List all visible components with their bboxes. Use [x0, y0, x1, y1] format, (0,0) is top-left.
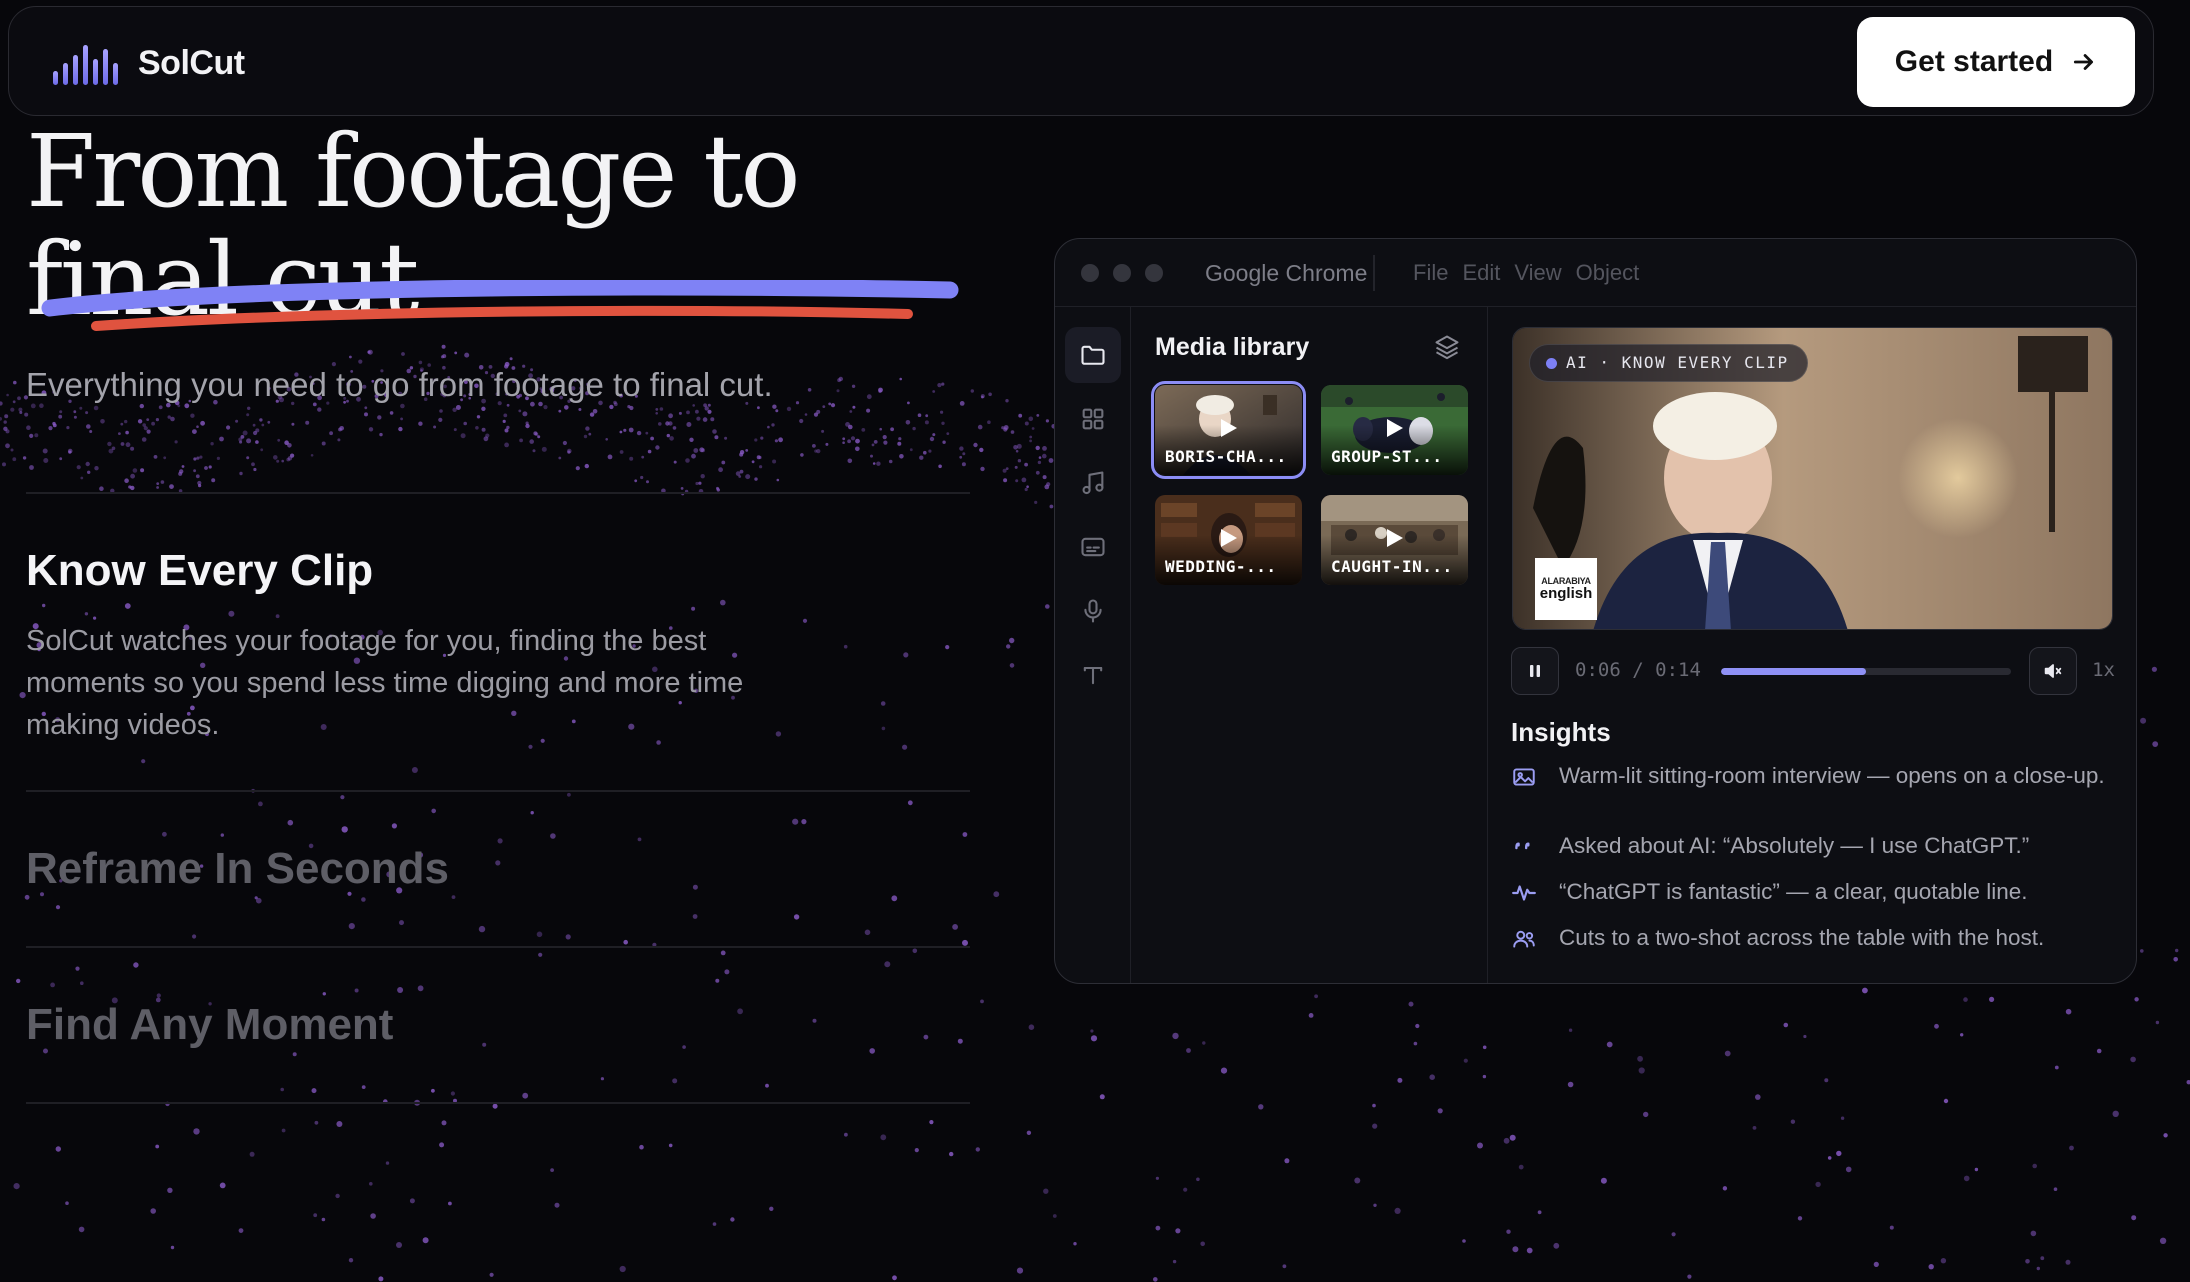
progress-fill: [1721, 668, 1866, 675]
sidebar-audio-button[interactable]: [1065, 455, 1121, 511]
insight-text: Cuts to a two-shot across the table with…: [1559, 925, 2045, 950]
grid-icon: [1082, 408, 1104, 430]
divider: [26, 1102, 970, 1104]
time-separator: /: [1632, 659, 1644, 681]
playback-speed[interactable]: 1x: [2092, 659, 2115, 681]
window-minimize-dot[interactable]: [1113, 264, 1131, 282]
mute-button[interactable]: [2029, 647, 2077, 695]
divider: [26, 492, 970, 494]
pause-button[interactable]: [1511, 647, 1559, 695]
hero-subtitle: Everything you need to go from footage t…: [26, 366, 773, 403]
waveform-logo-icon: [53, 41, 118, 85]
menu-file[interactable]: File: [1413, 260, 1448, 286]
layers-icon: [1435, 335, 1459, 360]
arrow-right-icon: [2074, 54, 2094, 70]
insight-text: Asked about AI: “Absolutely — I use Chat…: [1559, 833, 2030, 858]
duration: 0:14: [1655, 659, 1701, 681]
brand-name: SolCut: [138, 43, 245, 82]
feature-find-any-moment[interactable]: Find Any Moment: [26, 1000, 393, 1050]
badge-dot-icon: [1546, 358, 1557, 369]
layers-button[interactable]: [1433, 333, 1461, 366]
captions-icon: [1081, 537, 1105, 557]
insight-text: Warm-lit sitting-room interview — opens …: [1559, 763, 2105, 788]
menu-view[interactable]: View: [1514, 260, 1561, 286]
clip-label: GROUP-ST...: [1331, 447, 1443, 466]
pause-icon: [1530, 665, 1540, 677]
ai-badge-label: AI · KNOW EVERY CLIP: [1566, 353, 1789, 372]
clip-label: CAUGHT-IN...: [1331, 557, 1453, 576]
play-icon: [1387, 529, 1403, 547]
top-nav: SolCut Get started: [8, 6, 2154, 116]
quote-icon: [1511, 834, 1537, 860]
media-library-panel: Media library BORIS-CHA... GROUP-ST... W…: [1131, 307, 1488, 983]
people-icon: [1511, 926, 1537, 952]
play-icon: [1387, 419, 1403, 437]
clip-thumbnail-caught[interactable]: CAUGHT-IN...: [1321, 495, 1468, 585]
feature-reframe-in-seconds[interactable]: Reframe In Seconds: [26, 844, 449, 894]
clip-thumbnail-boris[interactable]: BORIS-CHA...: [1151, 381, 1306, 479]
menu-edit[interactable]: Edit: [1462, 260, 1500, 286]
window-close-dot[interactable]: [1081, 264, 1099, 282]
clip-label: WEDDING-...: [1165, 557, 1277, 576]
window-titlebar: Google Chrome File Edit View Object: [1055, 239, 2136, 307]
sidebar-templates-button[interactable]: [1065, 391, 1121, 447]
window-menu-bar: File Edit View Object: [1413, 260, 1639, 286]
insights-title: Insights: [1511, 717, 1611, 747]
menu-object[interactable]: Object: [1576, 260, 1640, 286]
window-app-name: Google Chrome: [1205, 260, 1368, 286]
divider: [26, 790, 970, 792]
clip-thumbnail-group[interactable]: GROUP-ST...: [1321, 385, 1468, 475]
hero-title-line1: From footage to: [26, 113, 801, 230]
text-icon: [1083, 666, 1103, 685]
get-started-label: Get started: [1894, 45, 2054, 78]
sidebar-media-button[interactable]: [1065, 327, 1121, 383]
clip-thumbnail-wedding[interactable]: WEDDING-...: [1155, 495, 1302, 585]
get-started-button[interactable]: Get started: [1857, 17, 2135, 107]
waveform-icon: [1511, 880, 1537, 906]
clip-label: BORIS-CHA...: [1165, 447, 1287, 466]
sidebar-captions-button[interactable]: [1065, 519, 1121, 575]
feature-know-every-clip[interactable]: Know Every Clip: [26, 546, 373, 596]
sidebar-text-button[interactable]: [1065, 647, 1121, 703]
progress-bar[interactable]: [1721, 668, 2011, 675]
insight-text: “ChatGPT is fantastic” — a clear, quotab…: [1559, 879, 2028, 904]
player-controls: 0:06 / 0:14 1x: [1511, 647, 2115, 695]
image-icon: [1511, 764, 1537, 790]
current-time: 0:06: [1575, 659, 1621, 681]
feature-description: SolCut watches your footage for you, fin…: [26, 625, 744, 741]
hero-underline-strokes: [41, 280, 959, 331]
player-panel: AI · KNOW EVERY CLIP ALARABIYA english 0…: [1488, 307, 2136, 983]
playback-time: 0:06 / 0:14: [1575, 659, 1701, 681]
sidebar-voiceover-button[interactable]: [1065, 583, 1121, 639]
brand-logo[interactable]: SolCut: [53, 41, 245, 85]
media-library-title: Media library: [1155, 333, 1310, 361]
mute-icon: [2044, 664, 2062, 678]
ai-badge: AI · KNOW EVERY CLIP: [1529, 344, 1808, 382]
channel-logo: ALARABIYA english: [1535, 558, 1597, 620]
titlebar-separator: [1373, 255, 1375, 291]
tool-sidebar: [1055, 307, 1131, 983]
window-maximize-dot[interactable]: [1145, 264, 1163, 282]
music-note-icon: [1082, 471, 1104, 495]
microphone-icon: [1084, 599, 1102, 623]
app-window-mockup: Google Chrome File Edit View Object Medi…: [1054, 238, 2137, 984]
divider: [26, 946, 970, 948]
channel-logo-bottom: english: [1539, 585, 1593, 602]
video-preview[interactable]: AI · KNOW EVERY CLIP ALARABIYA english: [1512, 327, 2113, 630]
folder-icon: [1081, 345, 1105, 365]
play-icon: [1221, 529, 1237, 547]
play-icon: [1221, 419, 1237, 437]
